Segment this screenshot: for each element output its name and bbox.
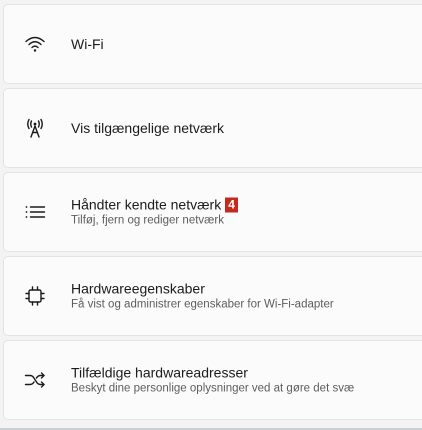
setting-wifi[interactable]: Wi-Fi bbox=[3, 4, 422, 84]
setting-manage-known-networks[interactable]: Håndter kendte netværk 4 Tilføj, fjern og… bbox=[3, 172, 422, 252]
wifi-icon bbox=[22, 31, 48, 57]
shuffle-icon bbox=[22, 367, 48, 393]
setting-subtitle: Beskyt dine personlige oplysninger ved a… bbox=[71, 382, 355, 395]
setting-subtitle: Tilføj, fjern og rediger netværk bbox=[71, 214, 224, 227]
setting-subtitle: Få vist og administrer egenskaber for Wi… bbox=[71, 298, 334, 311]
setting-show-available-text: Vis tilgængelige netværk bbox=[71, 119, 224, 137]
setting-show-available-networks[interactable]: Vis tilgængelige netværk bbox=[3, 88, 422, 168]
setting-title: Hardwareegenskaber bbox=[71, 280, 205, 297]
setting-wifi-text: Wi-Fi bbox=[71, 35, 104, 53]
chip-icon bbox=[22, 283, 48, 309]
setting-manage-known-text: Håndter kendte netværk 4 Tilføj, fjern og… bbox=[71, 196, 238, 229]
setting-hardware-text: Hardwareegenskaber Få vist og administre… bbox=[71, 280, 334, 313]
setting-title-label: Håndter kendte netværk bbox=[71, 196, 222, 213]
antenna-icon bbox=[22, 115, 48, 141]
setting-random-addresses-text: Tilfældige hardwareadresser Beskyt dine … bbox=[71, 364, 354, 397]
setting-title: Tilfældige hardwareadresser bbox=[71, 364, 248, 381]
setting-title: Wi-Fi bbox=[71, 36, 104, 52]
setting-hardware-properties[interactable]: Hardwareegenskaber Få vist og administre… bbox=[3, 256, 422, 336]
setting-random-hardware-addresses[interactable]: Tilfældige hardwareadresser Beskyt dine … bbox=[3, 340, 422, 420]
setting-title: Håndter kendte netværk 4 bbox=[71, 196, 238, 214]
list-icon bbox=[22, 199, 48, 225]
setting-title: Vis tilgængelige netværk bbox=[71, 120, 225, 136]
wifi-settings-list: Wi-Fi Vis tilgængelige netværk Håndter k… bbox=[0, 0, 422, 430]
notification-badge: 4 bbox=[225, 197, 238, 213]
